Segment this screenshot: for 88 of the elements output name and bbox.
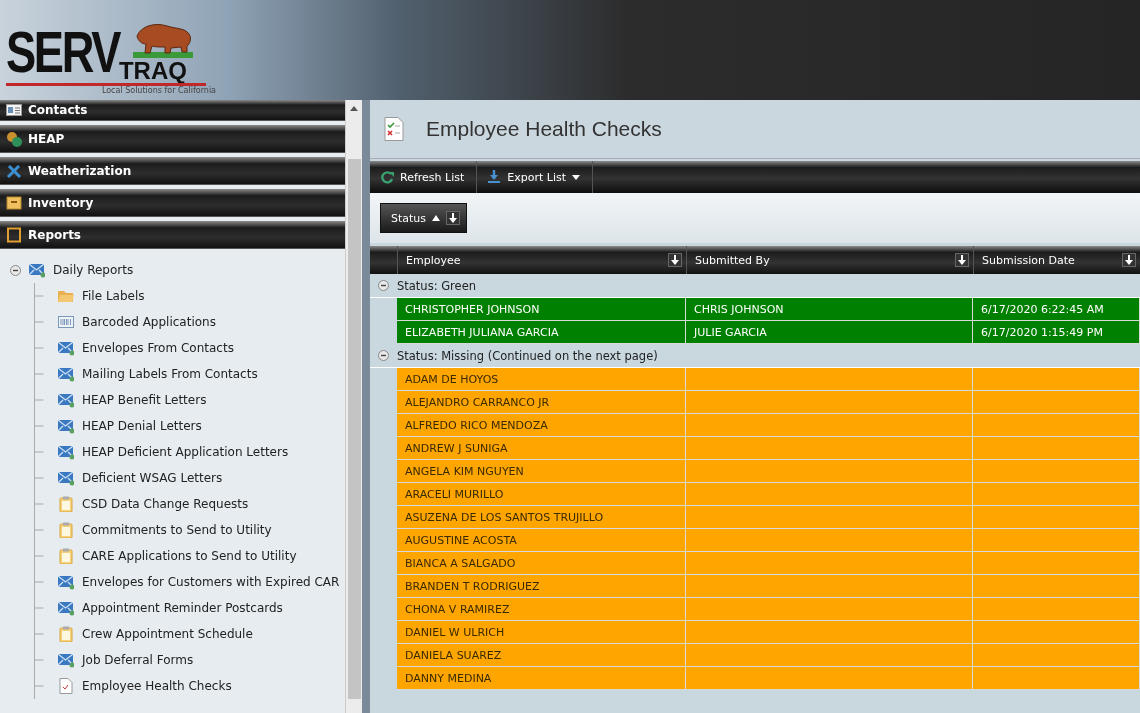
clipboard-icon — [58, 626, 74, 642]
group-chip[interactable]: Status — [380, 203, 468, 233]
box-icon — [6, 194, 22, 211]
envelope-icon — [29, 262, 45, 278]
group-label: Status: Green — [397, 278, 476, 293]
sort-ascending-icon — [432, 215, 441, 221]
checklist-icon — [384, 117, 404, 141]
tree-item[interactable]: Job Deferral Forms — [58, 652, 194, 668]
column-menu-icon — [955, 253, 969, 267]
tree-item[interactable]: Appointment Reminder Postcards — [58, 600, 283, 616]
tree-item[interactable]: Crew Appointment Schedule — [58, 626, 253, 642]
accordion-label: HEAP — [28, 131, 65, 146]
tree-item[interactable]: Envelopes for Customers with Expired CAR — [58, 574, 340, 590]
column-menu-icon — [668, 253, 682, 267]
envelope-icon — [58, 418, 74, 434]
clipboard-icon — [58, 522, 74, 538]
table-cell: CHRIS JOHNSON — [686, 298, 973, 321]
table-cell: ELIZABETH JULIANA GARCIA — [397, 321, 686, 344]
id-card-icon — [6, 102, 22, 118]
accordion-header[interactable]: Contacts — [0, 100, 345, 121]
accordion-header[interactable]: Reports — [0, 221, 345, 249]
table-cell: ADAM DE HOYOS — [397, 368, 686, 391]
tree-item[interactable]: Mailing Labels From Contacts — [58, 366, 258, 382]
table-cell: DANIEL W ULRICH — [397, 621, 686, 644]
accordion-header[interactable]: HEAP — [0, 125, 345, 153]
clipboard-icon — [58, 496, 74, 512]
table-cell: ALFREDO RICO MENDOZA — [397, 414, 686, 437]
accordion-label: Weatherization — [28, 163, 132, 178]
envelope-icon — [58, 340, 74, 356]
table-cell: ASUZENA DE LOS SANTOS TRUJILLO — [397, 506, 686, 529]
table-cell: CHRISTOPHER JOHNSON — [397, 298, 686, 321]
tree-item[interactable]: CSD Data Change Requests — [58, 496, 249, 512]
page-title: Employee Health Checks — [426, 117, 662, 141]
column-menu-icon — [1122, 253, 1136, 267]
barcode-icon — [58, 314, 74, 330]
tree-item[interactable]: Barcoded Applications — [58, 314, 216, 330]
document-icon — [58, 678, 74, 694]
accordion-label: Inventory — [28, 195, 94, 210]
tree-item[interactable]: CARE Applications to Send to Utility — [58, 548, 297, 564]
accordion-label: Reports — [28, 227, 81, 242]
collapse-icon[interactable] — [378, 350, 389, 361]
tree-item[interactable]: Commitments to Send to Utility — [58, 522, 272, 538]
table-cell: BIANCA A SALGADO — [397, 552, 686, 575]
envelope-icon — [58, 652, 74, 668]
caret-icon — [572, 174, 580, 180]
envelope-icon — [58, 574, 74, 590]
table-cell: ARACELI MURILLO — [397, 483, 686, 506]
tree-item[interactable]: HEAP Benefit Letters — [58, 392, 207, 408]
table-cell: ALEJANDRO CARRANCO JR — [397, 391, 686, 414]
envelope-icon — [58, 470, 74, 486]
refresh-icon — [380, 170, 394, 184]
table-cell: DANIELA SUAREZ — [397, 644, 686, 667]
scrollbar-thumb[interactable] — [347, 159, 361, 699]
tree-item[interactable]: File Labels — [58, 288, 145, 304]
tree-item[interactable]: HEAP Denial Letters — [58, 418, 202, 434]
table-cell: DANNY MEDINA — [397, 667, 686, 690]
envelope-icon — [58, 366, 74, 382]
logo-wordmark: TRAQ — [118, 60, 187, 82]
clipboard-icon — [58, 548, 74, 564]
collapse-icon[interactable] — [378, 280, 389, 291]
download-icon — [487, 170, 502, 184]
table-cell: 6/17/2020 1:15:49 PM — [973, 321, 1140, 344]
envelope-icon — [58, 600, 74, 616]
tree-item[interactable]: Envelopes From Contacts — [58, 340, 234, 356]
tree-item[interactable]: HEAP Deficient Application Letters — [58, 444, 289, 460]
folder-icon — [58, 288, 74, 304]
group-label: Status: Missing (Continued on the next page) — [397, 348, 658, 363]
table-cell: CHONA V RAMIREZ — [397, 598, 686, 621]
logo-wordmark: SERV — [6, 22, 120, 82]
accordion-header[interactable]: Inventory — [0, 189, 345, 217]
table-cell: ANGELA KIM NGUYEN — [397, 460, 686, 483]
scrollbar[interactable] — [345, 100, 362, 713]
table-cell: AUGUSTINE ACOSTA — [397, 529, 686, 552]
tree-item[interactable]: Deficient WSAG Letters — [58, 470, 223, 486]
table-cell: ANDREW J SUNIGA — [397, 437, 686, 460]
envelope-icon — [58, 392, 74, 408]
table-cell: JULIE GARCIA — [686, 321, 973, 344]
table-cell: 6/17/2020 6:22:45 AM — [973, 298, 1140, 321]
accordion-header[interactable]: Weatherization — [0, 157, 345, 185]
coins-icon — [6, 130, 22, 147]
tree-item[interactable]: Daily Reports — [29, 262, 134, 278]
accordion-label: Contacts — [28, 103, 88, 117]
table-cell: BRANDEN T RODRIGUEZ — [397, 575, 686, 598]
scroll-up-icon[interactable] — [350, 106, 358, 111]
collapse-icon[interactable] — [10, 264, 21, 276]
logo-tagline: Local Solutions for California — [101, 86, 216, 95]
tree-item[interactable]: Employee Health Checks — [58, 678, 232, 694]
envelope-icon — [58, 444, 74, 460]
